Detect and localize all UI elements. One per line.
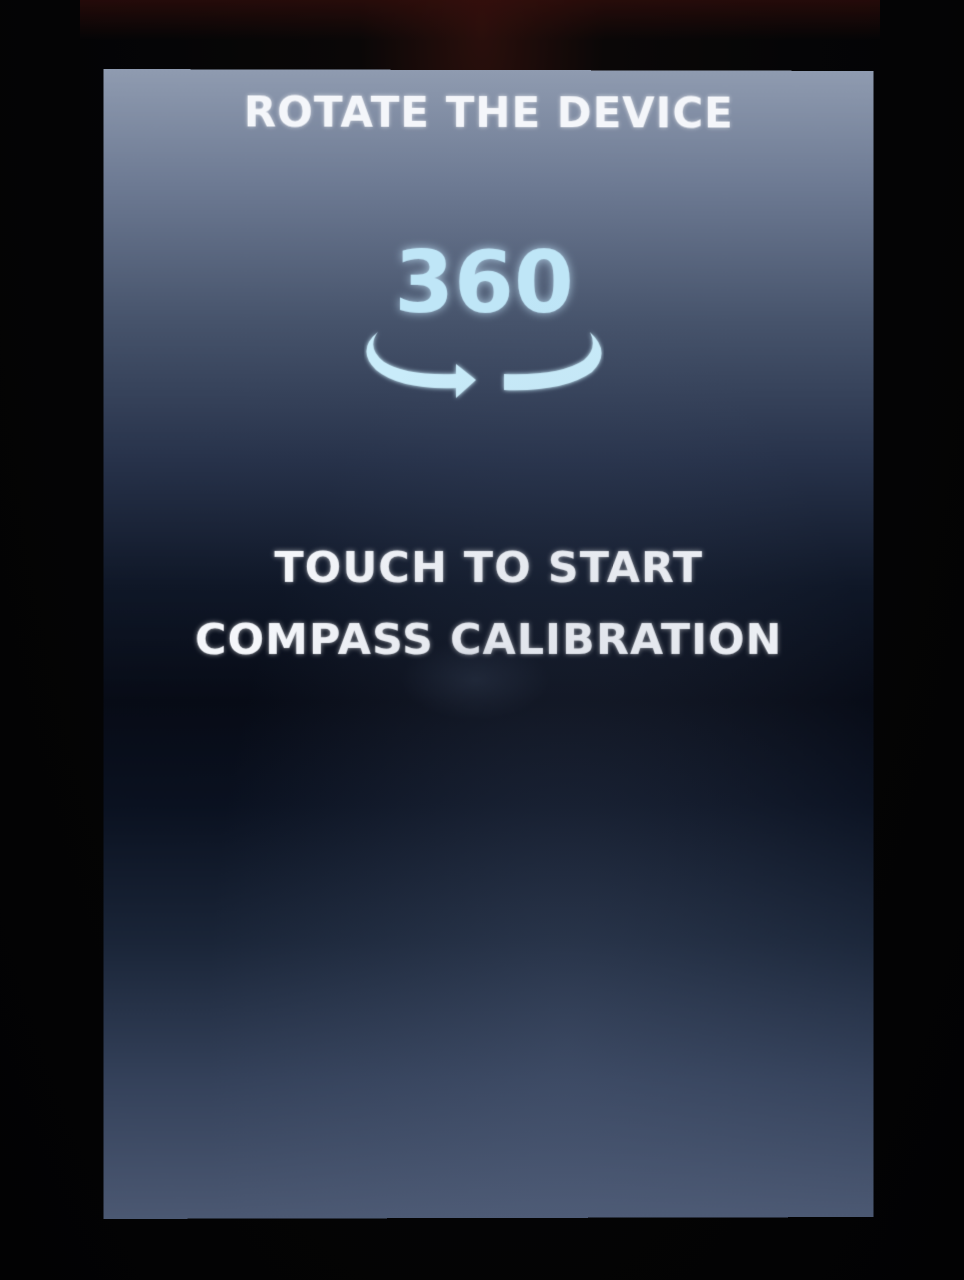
calibration-screen[interactable]: ROTATE THE DEVICE 360 TOUCH TO START COM… [103,69,874,1219]
rotation-degrees-label: 360 [394,232,574,334]
bezel-accent [80,0,880,40]
device-frame: ROTATE THE DEVICE 360 TOUCH TO START COM… [0,0,964,1280]
faint-compass-graphic [399,639,550,721]
rotate-360-icon: 360 [364,232,604,420]
cta-line-1: TOUCH TO START [274,542,704,594]
rotate-instruction-heading: ROTATE THE DEVICE [243,87,734,138]
rotate-arrow-icon [366,331,602,398]
